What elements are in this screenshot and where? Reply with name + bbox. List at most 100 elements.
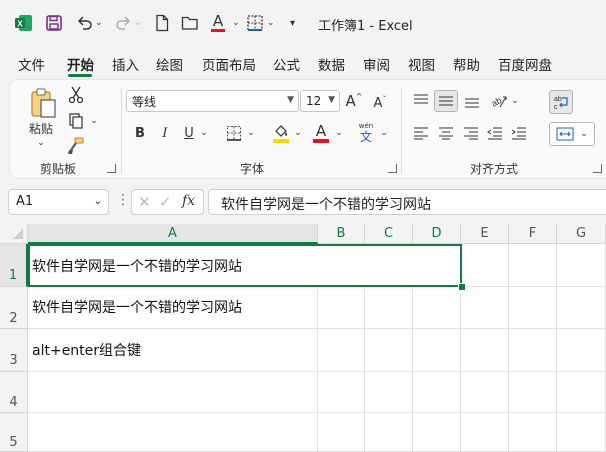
cell-d3[interactable] — [413, 329, 461, 372]
formula-input[interactable]: 软件自学网是一个不错的学习网站 — [208, 189, 606, 215]
redo-icon[interactable] — [114, 12, 132, 34]
cell-e5[interactable] — [461, 413, 509, 452]
fill-color-dropdown-icon[interactable]: ⌄ — [293, 122, 303, 144]
tab-page-layout[interactable]: 页面布局 — [202, 54, 256, 74]
column-header-a[interactable]: A — [28, 224, 318, 244]
alignment-launcher-icon[interactable] — [593, 164, 602, 173]
merge-center-button[interactable]: ⌄ — [549, 122, 595, 146]
cell-b4[interactable] — [318, 372, 365, 413]
font-size-select[interactable]: 12 ▼ — [300, 90, 340, 112]
fill-handle[interactable] — [458, 283, 466, 291]
phonetic-guide-icon[interactable]: wén 文 — [355, 120, 377, 146]
column-header-b[interactable]: B — [318, 224, 365, 244]
top-align-icon[interactable] — [410, 90, 432, 112]
increase-font-size-button[interactable]: A ^ — [344, 90, 364, 112]
confirm-formula-icon[interactable]: ✓ — [159, 193, 172, 211]
middle-align-icon[interactable] — [434, 90, 458, 112]
cell-e1[interactable] — [461, 244, 509, 287]
borders-qat-icon[interactable] — [246, 12, 264, 34]
italic-button[interactable]: I — [156, 122, 174, 144]
cell-c4[interactable] — [365, 372, 413, 413]
cell-d2[interactable] — [413, 287, 461, 329]
cut-icon[interactable] — [65, 84, 87, 106]
column-header-d[interactable]: D — [413, 224, 461, 244]
cell-g1[interactable] — [557, 244, 606, 287]
tab-review[interactable]: 审阅 — [363, 54, 390, 74]
tab-formulas[interactable]: 公式 — [273, 54, 300, 74]
save-icon[interactable] — [45, 12, 63, 34]
font-color-dropdown-icon[interactable]: ⌄ — [334, 122, 344, 144]
font-color-qat-icon[interactable]: A — [211, 12, 225, 34]
tab-home[interactable]: 开始 — [67, 54, 94, 74]
font-launcher-icon[interactable] — [388, 164, 397, 173]
align-left-icon[interactable] — [410, 122, 432, 144]
row-header-5[interactable]: 5 — [0, 413, 28, 452]
cancel-formula-icon[interactable]: ✕ — [138, 193, 151, 211]
row-header-4[interactable]: 4 — [0, 372, 28, 413]
cell-g2[interactable] — [557, 287, 606, 329]
cell-f4[interactable] — [509, 372, 557, 413]
cell-g4[interactable] — [557, 372, 606, 413]
cell-g5[interactable] — [557, 413, 606, 452]
copy-dropdown-icon[interactable]: ⌄ — [88, 113, 100, 129]
font-name-select[interactable]: 等线 ▼ — [126, 90, 299, 112]
font-color-icon[interactable]: A — [310, 120, 332, 146]
cell-b2[interactable] — [318, 287, 365, 329]
cell-f3[interactable] — [509, 329, 557, 372]
new-file-icon[interactable] — [154, 12, 170, 34]
tab-baidu-netdisk[interactable]: 百度网盘 — [498, 54, 552, 74]
redo-dropdown-icon[interactable]: ⌄ — [134, 12, 142, 34]
underline-dropdown-icon[interactable]: ⌄ — [199, 122, 209, 144]
phonetic-dropdown-icon[interactable]: ⌄ — [379, 122, 389, 144]
underline-button[interactable]: U — [180, 122, 198, 144]
orientation-icon[interactable]: ab — [488, 90, 510, 112]
align-center-icon[interactable] — [435, 122, 457, 144]
cell-e4[interactable] — [461, 372, 509, 413]
column-header-f[interactable]: F — [509, 224, 557, 244]
cell-d4[interactable] — [413, 372, 461, 413]
cell-c5[interactable] — [365, 413, 413, 452]
open-folder-icon[interactable] — [181, 12, 199, 34]
undo-dropdown-icon[interactable]: ⌄ — [95, 12, 103, 34]
select-all-button[interactable] — [0, 224, 28, 244]
orientation-dropdown-icon[interactable]: ⌄ — [510, 90, 520, 112]
decrease-font-size-button[interactable]: Aˇ — [370, 92, 390, 114]
borders-icon[interactable] — [223, 122, 245, 144]
row-header-3[interactable]: 3 — [0, 329, 28, 372]
formula-bar-resize-handle[interactable]: ⋮ — [116, 192, 130, 212]
borders-dropdown-icon[interactable]: ⌄ — [267, 12, 275, 34]
fill-color-icon[interactable] — [270, 122, 292, 146]
cell-f5[interactable] — [509, 413, 557, 452]
cell-e3[interactable] — [461, 329, 509, 372]
copy-icon[interactable] — [65, 110, 87, 132]
name-box[interactable]: A1 ⌄ — [8, 189, 109, 215]
cell-d5[interactable] — [413, 413, 461, 452]
cell-g3[interactable] — [557, 329, 606, 372]
bold-button[interactable]: B — [131, 122, 149, 144]
cell-c3[interactable] — [365, 329, 413, 372]
bottom-align-icon[interactable] — [461, 90, 483, 112]
cell-b5[interactable] — [318, 413, 365, 452]
insert-function-button[interactable]: fx — [182, 193, 195, 209]
paste-icon[interactable] — [26, 86, 60, 120]
column-header-e[interactable]: E — [461, 224, 509, 244]
tab-insert[interactable]: 插入 — [112, 54, 139, 74]
cell-f1[interactable] — [509, 244, 557, 287]
increase-indent-icon[interactable] — [508, 122, 530, 144]
clipboard-launcher-icon[interactable] — [107, 164, 116, 173]
align-right-icon[interactable] — [460, 122, 482, 144]
tab-view[interactable]: 视图 — [408, 54, 435, 74]
column-header-g[interactable]: G — [557, 224, 606, 244]
tab-draw[interactable]: 绘图 — [156, 54, 183, 74]
borders-dropdown-icon[interactable]: ⌄ — [246, 122, 256, 144]
paste-button[interactable]: 粘贴 — [26, 120, 56, 136]
tab-help[interactable]: 帮助 — [453, 54, 480, 74]
format-painter-icon[interactable] — [65, 135, 87, 157]
tab-file[interactable]: 文件 — [18, 54, 45, 74]
cell-c2[interactable] — [365, 287, 413, 329]
cell-e2[interactable] — [461, 287, 509, 329]
tab-data[interactable]: 数据 — [318, 54, 345, 74]
cell-a5[interactable] — [28, 413, 318, 452]
cell-a4[interactable] — [28, 372, 318, 413]
font-color-dropdown-icon[interactable]: ⌄ — [232, 12, 240, 34]
